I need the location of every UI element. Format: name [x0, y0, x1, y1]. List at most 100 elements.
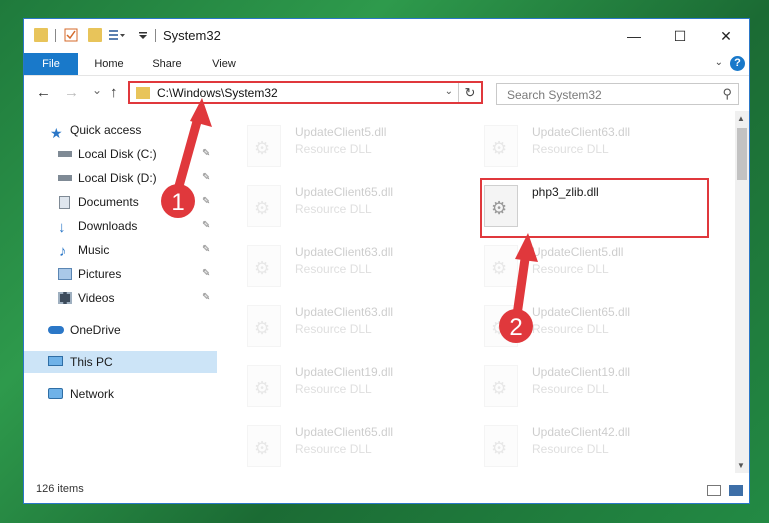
- file-item[interactable]: ⚙ UpdateClient65.dll Resource DLL: [247, 419, 477, 471]
- sidebar-item-documents[interactable]: Documents ✎: [24, 191, 217, 213]
- folder-icon: [136, 87, 150, 99]
- sidebar-item-pictures[interactable]: Pictures ✎: [24, 263, 217, 285]
- scroll-up-icon[interactable]: ▲: [737, 114, 745, 123]
- pictures-icon: [58, 268, 72, 280]
- file-item[interactable]: ⚙ UpdateClient42.dll Resource DLL: [484, 419, 714, 471]
- tab-file[interactable]: File: [24, 53, 78, 75]
- sidebar-item-label: Pictures: [78, 267, 122, 281]
- music-icon: ♪: [59, 243, 67, 260]
- file-item[interactable]: ⚙ UpdateClient65.dll Resource DLL: [484, 299, 714, 355]
- dll-file-icon: ⚙: [247, 305, 281, 347]
- large-icons-view-icon[interactable]: [729, 485, 743, 496]
- sidebar-item-videos[interactable]: Videos ✎: [24, 287, 217, 309]
- file-type: Resource DLL: [295, 202, 372, 216]
- file-item[interactable]: ⚙ UpdateClient65.dll Resource DLL: [247, 179, 477, 235]
- file-item[interactable]: ⚙ UpdateClient63.dll Resource DLL: [247, 299, 477, 355]
- close-button[interactable]: ✕: [703, 19, 749, 53]
- file-explorer-window: System32 — ☐ ✕ File Home Share View ⌄ ? …: [23, 18, 750, 504]
- address-path[interactable]: C:\Windows\System32: [157, 86, 278, 100]
- maximize-button[interactable]: ☐: [657, 19, 703, 53]
- file-item[interactable]: ⚙ UpdateClient19.dll Resource DLL: [484, 359, 714, 415]
- file-item[interactable]: ⚙ UpdateClient63.dll Resource DLL: [247, 239, 477, 295]
- refresh-button[interactable]: ↻: [458, 83, 481, 102]
- sidebar-item-downloads[interactable]: ↓ Downloads ✎: [24, 215, 217, 237]
- new-folder-icon[interactable]: [88, 28, 102, 42]
- network-icon: [48, 388, 63, 399]
- sidebar-item-label: Documents: [78, 195, 139, 209]
- address-bar[interactable]: C:\Windows\System32 ⌄ ↻: [128, 81, 483, 104]
- dll-file-icon: ⚙: [484, 305, 518, 347]
- file-name: UpdateClient19.dll: [295, 365, 394, 379]
- pin-icon[interactable]: ✎: [202, 143, 210, 165]
- file-type: Resource DLL: [295, 262, 372, 276]
- dll-file-icon: ⚙: [247, 425, 281, 467]
- pin-icon[interactable]: ✎: [202, 167, 210, 189]
- star-icon: ★: [50, 125, 63, 141]
- dll-file-icon: ⚙: [247, 245, 281, 287]
- sidebar-item-label: Quick access: [70, 123, 142, 137]
- pin-icon[interactable]: ✎: [202, 215, 210, 237]
- pin-icon[interactable]: ✎: [202, 239, 210, 261]
- customize-toolbar-icon[interactable]: [108, 28, 126, 42]
- sidebar-item-quick-access[interactable]: ★ Quick access: [24, 119, 217, 141]
- tab-share[interactable]: Share: [142, 53, 192, 75]
- sidebar-item-network[interactable]: Network: [24, 383, 217, 405]
- file-type: Resource DLL: [295, 322, 372, 336]
- sidebar-item-local-disk-c[interactable]: Local Disk (C:) ✎: [24, 143, 217, 165]
- file-type: Resource DLL: [532, 322, 609, 336]
- file-item[interactable]: ⚙ UpdateClient5.dll Resource DLL: [484, 239, 714, 295]
- status-bar: 126 items: [24, 477, 749, 503]
- search-input[interactable]: [505, 87, 709, 103]
- tab-home[interactable]: Home: [84, 53, 134, 75]
- file-name: UpdateClient65.dll: [295, 425, 394, 439]
- item-count: 126 items: [36, 483, 84, 495]
- up-button[interactable]: ↑: [110, 84, 118, 101]
- file-type: Resource DLL: [295, 382, 372, 396]
- properties-icon[interactable]: [64, 28, 78, 42]
- sidebar-item-music[interactable]: ♪ Music ✎: [24, 239, 217, 261]
- chevron-down-icon[interactable]: [137, 28, 149, 42]
- ribbon-expand-icon[interactable]: ⌄: [715, 57, 723, 68]
- vertical-scrollbar[interactable]: ▲ ▼: [735, 111, 749, 473]
- scroll-down-icon[interactable]: ▼: [737, 461, 745, 470]
- highlight-box: [480, 178, 709, 238]
- folder-icon: [34, 28, 48, 42]
- minimize-button[interactable]: —: [611, 19, 657, 53]
- sidebar-item-local-disk-d[interactable]: Local Disk (D:) ✎: [24, 167, 217, 189]
- recent-locations-button[interactable]: ⌄: [92, 83, 102, 97]
- pin-icon[interactable]: ✎: [202, 191, 210, 213]
- file-name: UpdateClient65.dll: [532, 305, 631, 319]
- chevron-down-icon[interactable]: ⌄: [445, 86, 453, 97]
- file-list: ⚙ UpdateClient5.dll Resource DLL ⚙ Updat…: [219, 111, 734, 471]
- file-type: Resource DLL: [532, 262, 609, 276]
- sidebar-item-onedrive[interactable]: OneDrive: [24, 319, 217, 341]
- forward-button[interactable]: →: [64, 84, 79, 101]
- sidebar-item-label: Downloads: [78, 219, 138, 233]
- navigation-pane: ★ Quick access Local Disk (C:) ✎ Local D…: [24, 111, 217, 471]
- tab-view[interactable]: View: [199, 53, 249, 75]
- dll-file-icon: ⚙: [484, 425, 518, 467]
- spacer: [131, 29, 132, 42]
- documents-icon: [59, 196, 70, 209]
- scroll-thumb[interactable]: [737, 128, 747, 180]
- file-item[interactable]: ⚙ UpdateClient63.dll Resource DLL: [484, 119, 714, 175]
- search-box[interactable]: ⚲: [496, 83, 739, 105]
- sidebar-item-label: This PC: [70, 355, 113, 369]
- divider: [55, 29, 56, 42]
- pin-icon[interactable]: ✎: [202, 287, 210, 309]
- search-icon[interactable]: ⚲: [722, 86, 732, 102]
- sidebar-item-label: Local Disk (C:): [78, 147, 157, 161]
- back-button[interactable]: ←: [36, 84, 51, 101]
- file-name: UpdateClient42.dll: [532, 425, 631, 439]
- file-type: Resource DLL: [532, 382, 609, 396]
- details-view-icon[interactable]: [707, 485, 721, 496]
- file-item[interactable]: ⚙ UpdateClient19.dll Resource DLL: [247, 359, 477, 415]
- dll-file-icon: ⚙: [484, 365, 518, 407]
- dll-file-icon: ⚙: [484, 125, 518, 167]
- help-icon[interactable]: ?: [730, 56, 745, 71]
- dll-file-icon: ⚙: [484, 245, 518, 287]
- sidebar-item-label: Network: [70, 387, 115, 401]
- sidebar-item-this-pc[interactable]: This PC: [24, 351, 217, 373]
- file-item[interactable]: ⚙ UpdateClient5.dll Resource DLL: [247, 119, 477, 175]
- pin-icon[interactable]: ✎: [202, 263, 210, 285]
